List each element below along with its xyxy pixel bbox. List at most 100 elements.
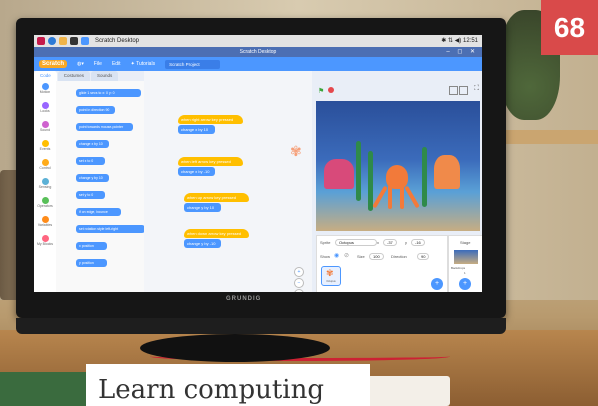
sprite-thumb-label: Octopus	[326, 280, 336, 283]
small-stage-icon[interactable]	[449, 86, 458, 95]
bluetooth-icon[interactable]: ✱	[441, 38, 446, 44]
stage-canvas[interactable]	[316, 101, 480, 231]
x-input[interactable]: -37	[383, 239, 397, 246]
project-title-input[interactable]: Scratch Project	[165, 59, 220, 69]
hat-block[interactable]: when right arrow key pressed	[178, 115, 243, 124]
window-controls[interactable]: – ◻ ✕	[446, 48, 478, 55]
scratch-task-icon[interactable]	[81, 37, 89, 45]
category-label: Motion	[39, 90, 51, 94]
folder-icon[interactable]	[59, 37, 67, 45]
green-flag-icon[interactable]: ⚑	[318, 87, 324, 95]
category-color-dot	[41, 140, 49, 147]
show-visible-icon[interactable]: ◉	[334, 252, 339, 259]
desktop-taskbar: Scratch Desktop ✱ ⇅ ◀) 12:51	[34, 35, 482, 47]
category-variables[interactable]: Variables	[34, 214, 56, 233]
seaweed	[368, 151, 373, 211]
backdrops-label: Backdrops	[451, 266, 466, 270]
volume-icon[interactable]: ◀)	[455, 38, 462, 44]
stage-selector[interactable]: Stage Backdrops 1 +	[448, 235, 482, 292]
monitor-screen: Scratch Desktop ✱ ⇅ ◀) 12:51 Scratch Des…	[34, 35, 482, 292]
stop-icon[interactable]	[328, 87, 334, 93]
palette-block[interactable]: set rotation style left-right	[76, 225, 145, 233]
window-titlebar: Scratch Desktop – ◻ ✕	[34, 47, 482, 57]
backdrop-thumbnail[interactable]	[454, 250, 478, 264]
palette-block[interactable]: set y to 0	[76, 191, 105, 199]
menu-file[interactable]: File	[94, 61, 102, 67]
category-list: Motion Looks Sound Events Control Sensing Oper…	[34, 81, 57, 292]
cutting-mat	[0, 372, 90, 406]
terminal-icon[interactable]	[70, 37, 78, 45]
browser-icon[interactable]	[48, 37, 56, 45]
zoom-in-icon[interactable]: +	[294, 267, 304, 277]
category-label: Operators	[37, 204, 53, 208]
category-my-blocks[interactable]: My Blocks	[34, 233, 56, 252]
large-stage-icon[interactable]	[459, 86, 468, 95]
fullscreen-icon[interactable]: ⛶	[474, 85, 479, 93]
size-input[interactable]: 100	[369, 253, 384, 260]
menu-tutorials-label: Tutorials	[136, 61, 156, 67]
clock: 12:51	[462, 38, 478, 44]
sprite-watermark-icon: ✾	[290, 143, 302, 159]
hat-block[interactable]: when left arrow key pressed	[178, 157, 243, 166]
category-label: Control	[39, 166, 51, 170]
hat-block[interactable]: when down arrow key pressed	[184, 229, 249, 238]
coral	[324, 159, 354, 189]
seaweed	[422, 147, 427, 207]
taskbar-app-title[interactable]: Scratch Desktop	[95, 38, 139, 44]
category-color-dot	[41, 159, 49, 166]
code-area[interactable]: + − = ✾ when right arrow key pressedchan…	[144, 71, 312, 292]
category-looks[interactable]: Looks	[34, 100, 56, 119]
palette-block[interactable]: point in direction 90	[76, 106, 115, 114]
sprite-info-panel: Sprite Octopus x -37 y -16 Show ◉ ⊘ Size…	[316, 235, 448, 292]
sprite-thumbnail[interactable]: ✾ Octopus	[321, 266, 341, 286]
tab-code[interactable]: Code	[34, 71, 57, 81]
add-sprite-button[interactable]: +	[431, 278, 443, 290]
scratch-menubar: Scratch ◍▾ File Edit ✦ Tutorials Scratch…	[34, 57, 482, 71]
network-icon[interactable]: ⇅	[448, 38, 453, 44]
category-operators[interactable]: Operators	[34, 195, 56, 214]
palette-block[interactable]: x position	[76, 242, 107, 250]
category-events[interactable]: Events	[34, 138, 56, 157]
zoom-reset-icon[interactable]: =	[294, 289, 304, 292]
tab-costumes[interactable]: Costumes	[57, 71, 91, 81]
add-backdrop-button[interactable]: +	[459, 278, 471, 290]
category-color-dot	[41, 216, 49, 223]
show-label: Show	[320, 254, 331, 259]
palette-block[interactable]: if on edge, bounce	[76, 208, 121, 216]
palette-block[interactable]: y position	[76, 259, 107, 267]
size-label: Size	[357, 254, 365, 259]
motion-block[interactable]: change x by -10	[178, 167, 215, 176]
backdrops-count: 1	[464, 271, 466, 275]
octopus-thumb-icon: ✾	[326, 268, 334, 278]
zoom-out-icon[interactable]: −	[294, 278, 304, 288]
palette-block[interactable]: set x to 0	[76, 157, 105, 165]
palette-block[interactable]: change x by 10	[76, 140, 109, 148]
category-label: My Blocks	[37, 242, 53, 246]
motion-block[interactable]: change y by -10	[184, 239, 221, 248]
category-control[interactable]: Control	[34, 157, 56, 176]
palette-block[interactable]: change y by 10	[76, 174, 109, 182]
motion-block[interactable]: change y by 10	[184, 203, 221, 212]
category-label: Sensing	[38, 185, 52, 189]
stage-header: ⚑ ⛶	[314, 85, 482, 97]
sprite-name-input[interactable]: Octopus	[335, 239, 377, 246]
direction-input[interactable]: 90	[417, 253, 430, 260]
raspberry-menu-icon[interactable]	[37, 37, 45, 45]
globe-icon[interactable]: ◍▾	[77, 61, 84, 67]
scratch-logo[interactable]: Scratch	[39, 60, 68, 68]
category-label: Sound	[39, 128, 51, 132]
stage-label: Stage	[460, 240, 471, 245]
motion-block[interactable]: change x by 10	[178, 125, 215, 134]
category-sound[interactable]: Sound	[34, 119, 56, 138]
tab-sounds[interactable]: Sounds	[91, 71, 119, 81]
show-hidden-icon[interactable]: ⊘	[344, 252, 349, 259]
menu-tutorials[interactable]: ✦ Tutorials	[131, 61, 156, 67]
menu-edit[interactable]: Edit	[112, 61, 121, 67]
palette-block[interactable]: glide 1 secs to x: 0 y: 0	[76, 89, 141, 97]
hat-block[interactable]: when up arrow key pressed	[184, 193, 249, 202]
y-input[interactable]: -16	[411, 239, 425, 246]
category-motion[interactable]: Motion	[34, 81, 56, 100]
category-sensing[interactable]: Sensing	[34, 176, 56, 195]
coral	[434, 155, 460, 189]
palette-block[interactable]: point towards mouse-pointer	[76, 123, 133, 131]
